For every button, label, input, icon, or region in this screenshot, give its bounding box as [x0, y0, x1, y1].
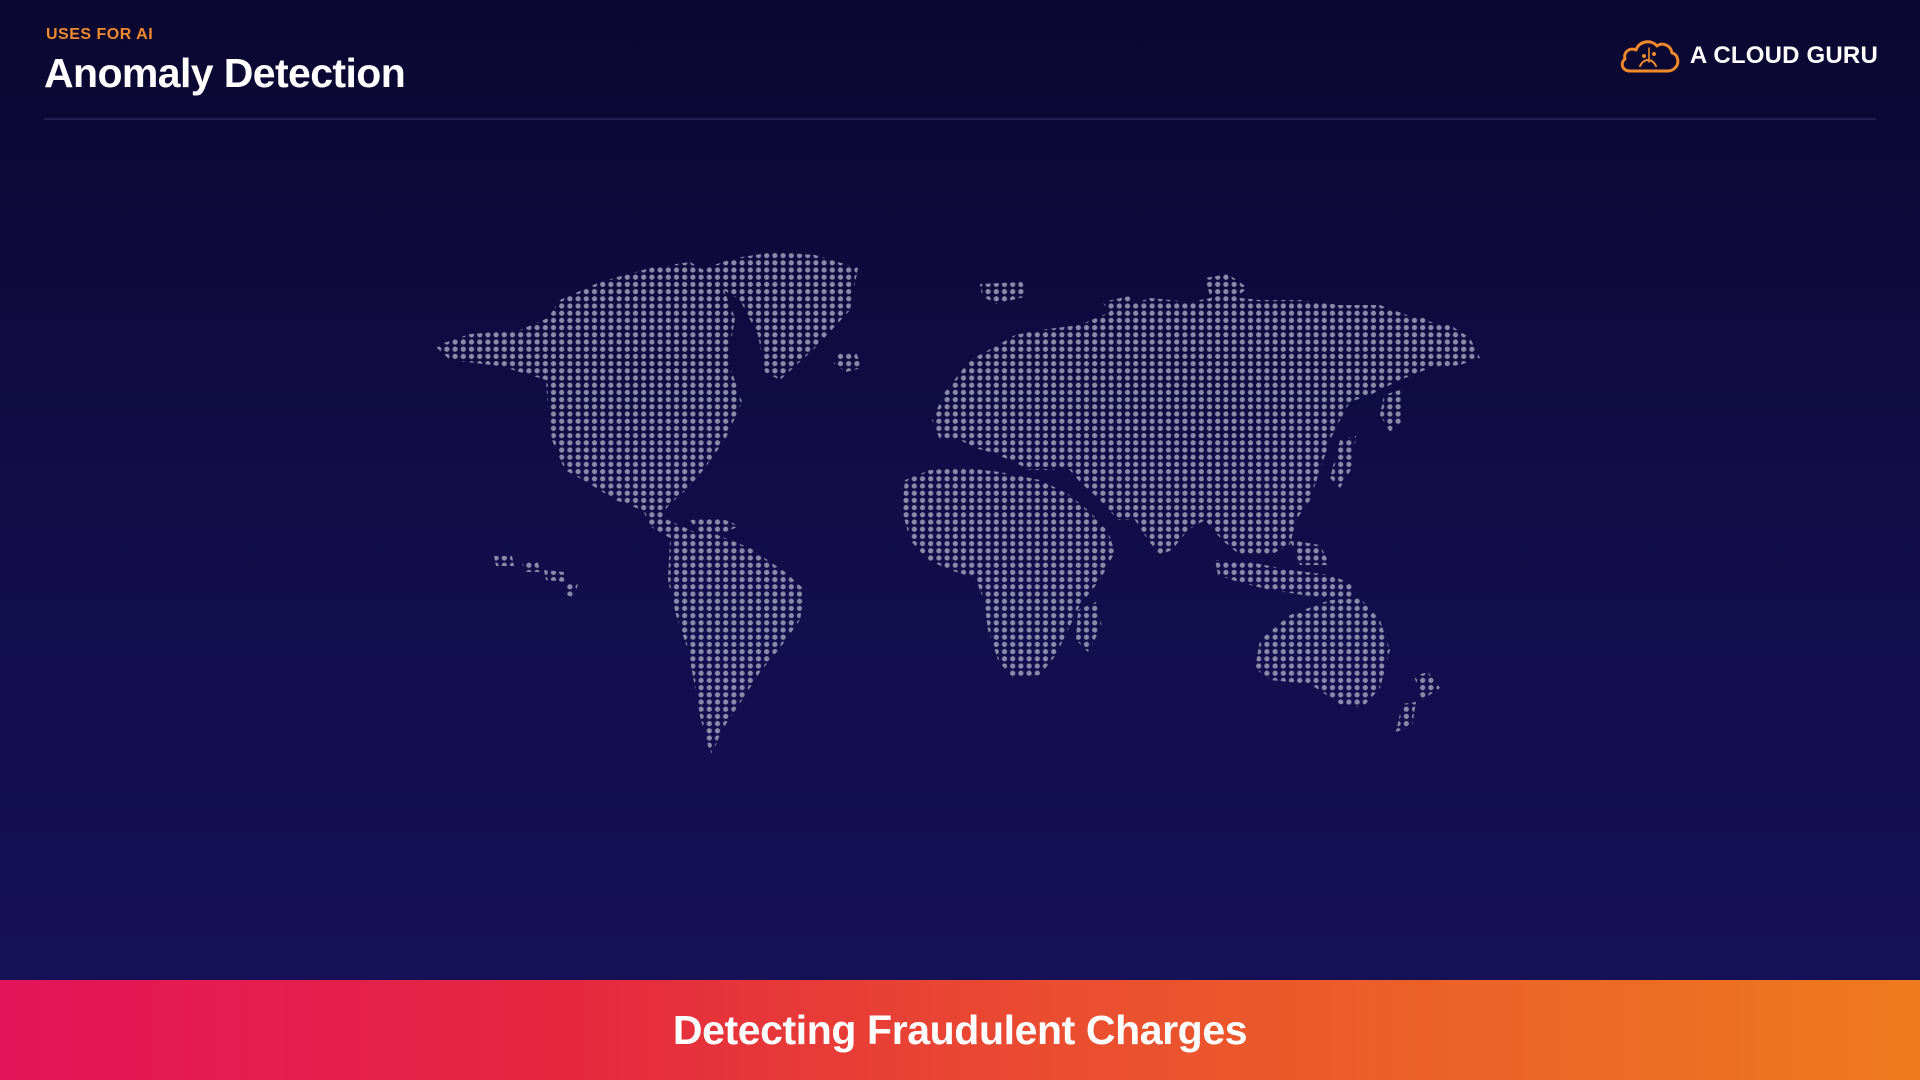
bottom-banner: Detecting Fraudulent Charges [0, 980, 1920, 1080]
world-map [435, 252, 1480, 754]
banner-title: Detecting Fraudulent Charges [672, 1006, 1248, 1053]
land-dots [435, 252, 1480, 754]
